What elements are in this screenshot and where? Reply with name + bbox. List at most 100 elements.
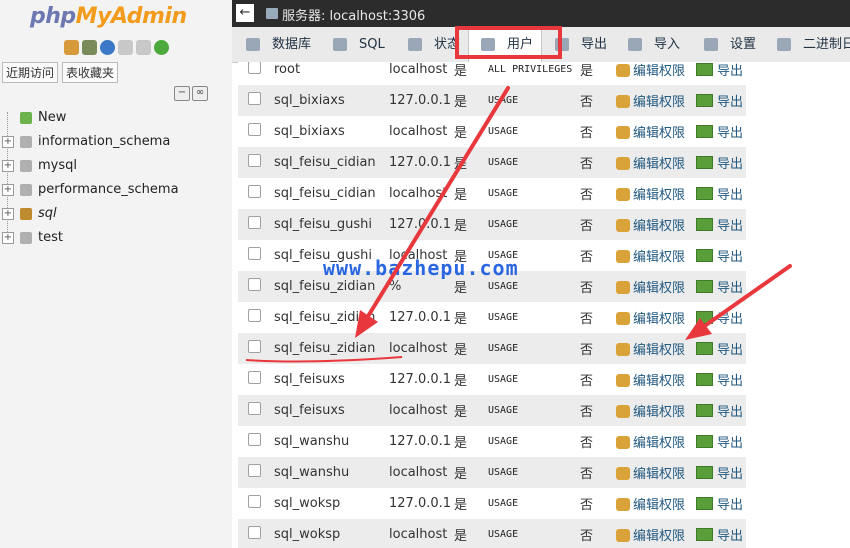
export-link[interactable]: 导出 [696, 404, 743, 420]
edit-privileges-link[interactable]: 编辑权限 [616, 374, 685, 389]
edit-privileges-link[interactable]: 编辑权限 [616, 95, 685, 110]
expand-icon[interactable]: + [2, 208, 14, 220]
settings-icon[interactable] [136, 40, 151, 55]
user-name-cell: sql_feisu_gushi [274, 209, 389, 240]
row-checkbox[interactable] [248, 495, 261, 508]
edit-privileges-link[interactable]: 编辑权限 [616, 529, 685, 544]
row-checkbox[interactable] [248, 433, 261, 446]
edit-privileges-link[interactable]: 编辑权限 [616, 188, 685, 203]
export-link[interactable]: 导出 [696, 187, 743, 203]
row-checkbox[interactable] [248, 185, 261, 198]
tree-item-new[interactable]: New [0, 106, 179, 130]
row-checkbox[interactable] [248, 526, 261, 539]
export-cell: 导出 [696, 147, 746, 178]
edit-privileges-link[interactable]: 编辑权限 [616, 405, 685, 420]
export-link[interactable]: 导出 [696, 218, 743, 234]
tree-item-sql[interactable]: + sql [0, 202, 179, 226]
tree-item-performance-schema[interactable]: + performance_schema [0, 178, 179, 202]
user-name-cell: sql_woksp [274, 519, 389, 548]
home-icon[interactable] [64, 40, 79, 55]
edit-privileges-link[interactable]: 编辑权限 [616, 312, 685, 327]
edit-privileges-cell: 编辑权限 [616, 488, 696, 519]
row-checkbox[interactable] [248, 278, 261, 291]
export-link[interactable]: 导出 [696, 466, 743, 482]
edit-privileges-link[interactable]: 编辑权限 [616, 157, 685, 172]
phpmyadmin-logo[interactable]: phpMyAdmin [30, 4, 187, 29]
row-checkbox[interactable] [248, 371, 261, 384]
back-arrow-icon[interactable]: ← [236, 4, 254, 22]
export-link[interactable]: 导出 [696, 63, 744, 79]
row-checkbox[interactable] [248, 464, 261, 477]
export-link[interactable]: 导出 [696, 435, 743, 451]
edit-privileges-link[interactable]: 编辑权限 [616, 343, 685, 358]
recent-tables-button[interactable]: 近期访问 [2, 62, 59, 83]
export-link[interactable]: 导出 [696, 125, 743, 141]
edit-privileges-link[interactable]: 编辑权限 [616, 498, 685, 513]
row-checkbox[interactable] [248, 309, 261, 322]
export-link[interactable]: 导出 [696, 373, 743, 389]
export-link[interactable]: 导出 [696, 94, 743, 110]
tree-item-test[interactable]: + test [0, 226, 179, 250]
refresh-icon[interactable] [154, 40, 169, 55]
settings-wrench-icon [704, 38, 718, 51]
row-checkbox[interactable] [248, 216, 261, 229]
edit-privileges-link[interactable]: 编辑权限 [616, 281, 685, 296]
grant-cell: 否 [580, 457, 616, 488]
documentation-icon[interactable] [118, 40, 133, 55]
logout-icon[interactable] [82, 40, 97, 55]
edit-privileges-link[interactable]: 编辑权限 [616, 64, 685, 79]
row-checkbox[interactable] [248, 92, 261, 105]
database-tree: New + information_schema + mysql + perfo… [0, 106, 179, 250]
server-breadcrumb[interactable]: 服务器: localhost:3306 [282, 5, 425, 24]
edit-privileges-link[interactable]: 编辑权限 [616, 219, 685, 234]
export-icon [696, 187, 713, 200]
expand-icon[interactable]: + [2, 160, 14, 172]
edit-privileges-link[interactable]: 编辑权限 [616, 250, 685, 265]
help-icon[interactable] [100, 40, 115, 55]
expand-icon[interactable]: + [2, 232, 14, 244]
export-icon [696, 342, 713, 355]
row-checkbox[interactable] [248, 154, 261, 167]
host-cell: 127.0.0.1 [389, 434, 452, 449]
edit-privileges-label: 编辑权限 [633, 374, 686, 389]
privileges-cell: USAGE [488, 147, 580, 178]
row-select-cell [238, 302, 274, 333]
edit-privileges-link[interactable]: 编辑权限 [616, 467, 685, 482]
row-checkbox[interactable] [248, 247, 261, 260]
row-checkbox[interactable] [248, 62, 261, 74]
edit-privileges-cell: 编辑权限 [616, 178, 696, 209]
favorite-tables-button[interactable]: 表收藏夹 [62, 62, 119, 83]
tree-item-label: mysql [38, 158, 77, 173]
link-with-main-icon[interactable]: ∞ [192, 86, 208, 101]
tree-item-information-schema[interactable]: + information_schema [0, 130, 179, 154]
edit-privileges-link[interactable]: 编辑权限 [616, 126, 685, 141]
row-checkbox[interactable] [248, 123, 261, 136]
export-cell: 导出 [696, 426, 746, 457]
export-label: 导出 [717, 64, 744, 79]
table-row: sql_feisu_zidian localhost 是 USAGE 否 编辑权限 导出 [238, 333, 746, 364]
export-link[interactable]: 导出 [696, 280, 743, 296]
edit-privileges-link[interactable]: 编辑权限 [616, 436, 685, 451]
sidebar-icon-row [64, 40, 169, 55]
grant-cell: 否 [580, 519, 616, 548]
export-link[interactable]: 导出 [696, 156, 743, 172]
row-checkbox[interactable] [248, 402, 261, 415]
host-cell: 127.0.0.1 [389, 372, 452, 387]
tree-item-label: New [38, 110, 67, 125]
expand-icon[interactable]: + [2, 184, 14, 196]
table-row: sql_feisu_cidian localhost 是 USAGE 否 编辑权限 导出 [238, 178, 746, 209]
edit-privileges-label: 编辑权限 [633, 281, 686, 296]
row-checkbox[interactable] [248, 340, 261, 353]
export-link[interactable]: 导出 [696, 497, 743, 513]
export-link[interactable]: 导出 [696, 528, 743, 544]
export-link[interactable]: 导出 [696, 311, 743, 327]
row-select-cell [238, 426, 274, 457]
export-link[interactable]: 导出 [696, 342, 743, 358]
export-link[interactable]: 导出 [696, 249, 743, 265]
host-cell: localhost [389, 395, 454, 426]
expand-icon[interactable]: + [2, 136, 14, 148]
grant-cell: 否 [580, 209, 616, 240]
tree-item-mysql[interactable]: + mysql [0, 154, 179, 178]
privileges-cell: USAGE [488, 374, 519, 385]
collapse-all-icon[interactable]: − [174, 86, 190, 101]
